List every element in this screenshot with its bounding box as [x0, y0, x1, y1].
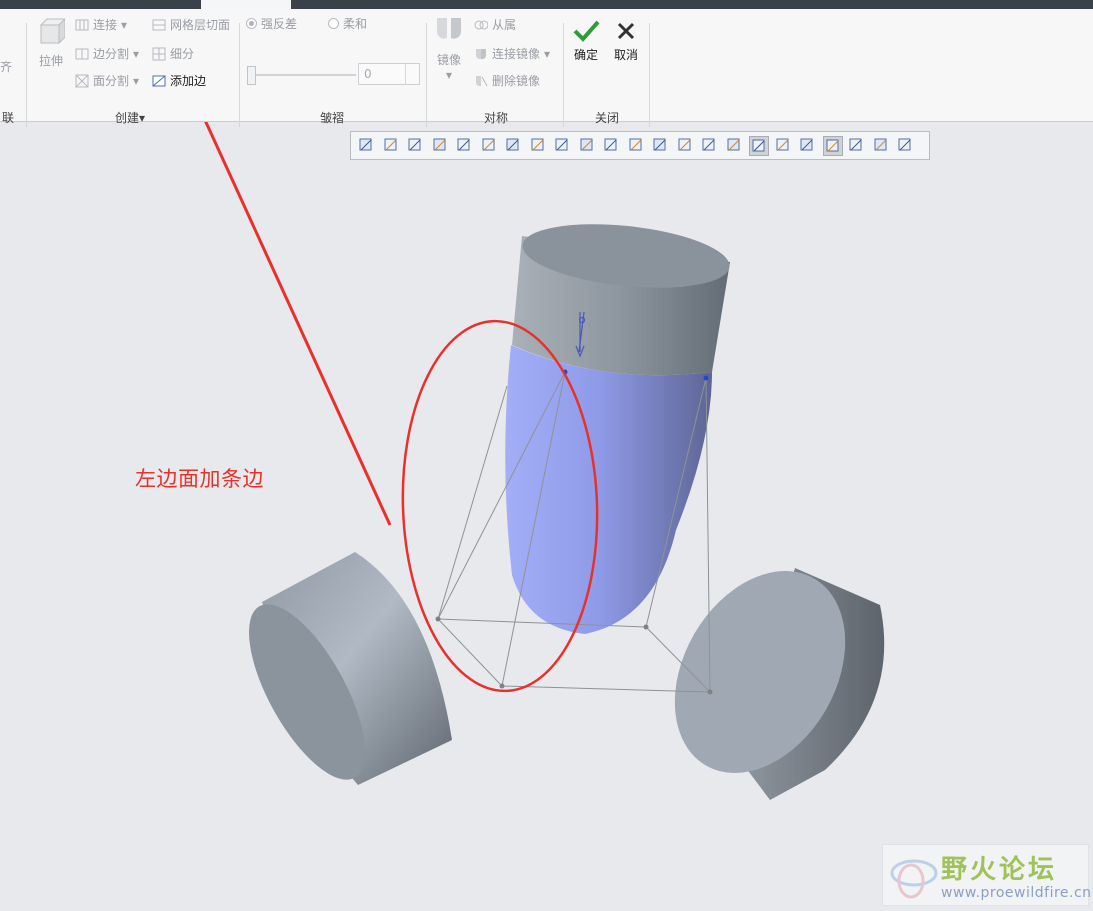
chevron-down-icon: ▾ [544, 46, 551, 61]
chevron-down-icon: ▾ [133, 73, 140, 88]
tab-freestyle[interactable] [201, 0, 291, 9]
add-edge-icon [152, 75, 166, 86]
align-button-partial[interactable]: 齐 [0, 58, 12, 75]
watermark-url: www.proewildfire.cn [941, 885, 1092, 901]
mirror-button[interactable]: 镜像 ▾ [432, 14, 466, 82]
title-bar [0, 0, 1093, 9]
right-cylinder[interactable] [640, 540, 885, 803]
delete-mirror-button[interactable]: 删除镜像 [474, 72, 540, 89]
crease-value-input[interactable]: 0 [358, 63, 420, 85]
cancel-button[interactable]: 取消 [609, 19, 643, 63]
ok-button[interactable]: 确定 [569, 19, 603, 63]
face-split-button[interactable]: 面分割 ▾ [75, 72, 139, 89]
edge-split-label: 边分割 [93, 47, 130, 61]
soft-label: 柔和 [343, 17, 368, 31]
checkmark-icon [573, 20, 600, 42]
ok-label: 确定 [573, 48, 598, 62]
crease-slider-track[interactable] [250, 74, 356, 76]
connect-mirror-icon [476, 48, 486, 59]
spin-arrows[interactable] [405, 64, 419, 84]
group-separator [563, 23, 564, 127]
delete-mirror-label: 删除镜像 [492, 74, 541, 88]
connect-icon [75, 19, 89, 30]
ribbon: 齐 联 拉伸 连接 ▾ 网格层切面 边分割 ▾ 细分 面分割 ▾ 添加边 创建▾ [0, 9, 1093, 127]
face-split-icon [75, 74, 89, 87]
group-separator [426, 23, 427, 127]
freestyle-body[interactable] [505, 345, 712, 634]
connect-mirror-label: 连接镜像 [492, 47, 541, 61]
chevron-down-icon: ▾ [133, 46, 140, 61]
add-edge-label: 添加边 [170, 74, 207, 88]
edge-split-icon [75, 48, 89, 59]
slave-icon [474, 20, 488, 29]
delete-mirror-icon [476, 75, 488, 86]
cancel-label: 取消 [613, 48, 638, 62]
radio-icon [246, 18, 257, 29]
strong-label: 强反差 [261, 17, 298, 31]
mirror-label: 镜像 [436, 53, 461, 67]
crease-value: 0 [364, 67, 372, 81]
mirror-icon [437, 18, 461, 39]
edge-split-button[interactable]: 边分割 ▾ [75, 45, 139, 62]
connect-button[interactable]: 连接 ▾ [75, 16, 127, 33]
mesh-cut-icon [152, 19, 166, 30]
soft-radio[interactable]: 柔和 [328, 15, 367, 32]
annotation-text: 左边面加条边 [135, 467, 264, 491]
logo-icon [890, 859, 938, 899]
group-separator [649, 23, 650, 127]
subdivide-icon [152, 47, 166, 60]
radio-icon [328, 18, 339, 29]
close-icon [617, 22, 635, 40]
extrude-label: 拉伸 [38, 54, 63, 68]
graphics-viewport[interactable] [0, 122, 1093, 911]
watermark-title: 野火论坛 [941, 855, 1058, 885]
slave-label: 从属 [492, 18, 517, 32]
chevron-down-icon: ▾ [445, 68, 453, 82]
connect-label: 连接 [93, 18, 118, 32]
slave-button[interactable]: 从属 [474, 16, 516, 33]
strong-radio[interactable]: 强反差 [246, 15, 297, 32]
subdivide-label: 细分 [170, 47, 195, 61]
subdivide-button[interactable]: 细分 [152, 45, 194, 62]
top-cylinder[interactable] [512, 215, 733, 376]
connect-mirror-button[interactable]: 连接镜像 ▾ [474, 45, 550, 62]
crease-slider-thumb[interactable] [247, 66, 256, 85]
add-edge-button[interactable]: 添加边 [152, 72, 206, 89]
extrude-button[interactable]: 拉伸 [36, 15, 67, 69]
face-split-label: 面分割 [93, 74, 130, 88]
group-separator [26, 23, 27, 127]
align-label: 齐 [0, 60, 13, 74]
mesh-cut-label: 网格层切面 [170, 18, 231, 32]
watermark: 野火论坛 www.proewildfire.cn [882, 844, 1092, 906]
extrude-icon [39, 17, 67, 45]
group-separator [239, 23, 240, 127]
chevron-down-icon: ▾ [121, 17, 128, 32]
mesh-cut-button[interactable]: 网格层切面 [152, 16, 230, 33]
left-cylinder[interactable] [226, 552, 452, 796]
